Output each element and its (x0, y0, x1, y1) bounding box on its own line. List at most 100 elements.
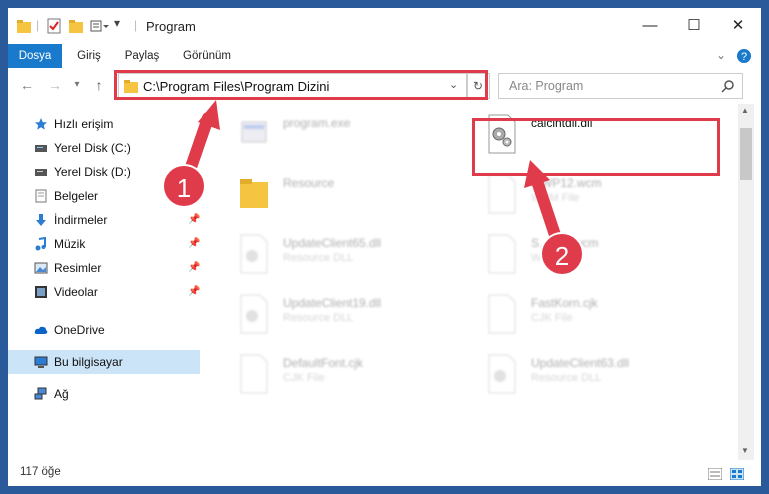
download-icon (36, 214, 46, 226)
sidebar-item-downloads[interactable]: İndirmeler 📌 (8, 208, 200, 232)
file-name: UpdateClient65.dll (283, 236, 382, 250)
sidebar-item-label: Hızlı erişim (54, 117, 114, 131)
pin-icon[interactable]: 📌 (188, 232, 200, 256)
cloud-icon (34, 326, 48, 334)
dll-icon (240, 234, 268, 274)
window-title: Program (146, 19, 196, 34)
sidebar-item-label: Bu bilgisayar (54, 355, 123, 369)
large-icons-view-icon[interactable] (730, 468, 744, 480)
help-icon[interactable]: ? (736, 48, 752, 64)
maximize-button[interactable]: ☐ (672, 8, 716, 44)
sidebar-item-label: Videolar (54, 285, 98, 299)
recent-locations-icon[interactable]: ▾ (68, 76, 86, 94)
sidebar-item-label: Yerel Disk (D:) (54, 165, 131, 179)
file-type: Resource DLL (283, 252, 354, 264)
ribbon-tabs: Dosya Giriş Paylaş Görünüm ⌄ ? (8, 44, 761, 68)
sidebar-item-label: İndirmeler (54, 213, 108, 227)
video-icon (35, 286, 47, 298)
details-view-icon[interactable] (708, 468, 722, 480)
customize-toolbar-icon[interactable] (90, 18, 110, 34)
list-item[interactable]: FastKorn.cjk CJK File (476, 288, 716, 344)
up-arrow-icon[interactable]: ↑ (90, 76, 108, 94)
file-name: UpdateClient63.dll (531, 356, 630, 370)
file-name: UpdateClient19.dll (283, 296, 382, 310)
sidebar-item-network[interactable]: Ağ (8, 382, 200, 406)
search-placeholder: Ara: Program (509, 79, 584, 93)
tab-home[interactable]: Giriş (64, 44, 114, 68)
pin-icon[interactable]: 📌 (188, 256, 200, 280)
sidebar-item-label: OneDrive (54, 323, 105, 337)
status-bar: 117 öğe (8, 460, 761, 486)
file-icon (488, 234, 516, 274)
sidebar-item-label: Yerel Disk (C:) (54, 141, 131, 155)
tab-view[interactable]: Görünüm (176, 44, 238, 68)
vertical-scrollbar[interactable]: ▲ ▼ (738, 104, 754, 460)
file-icon (240, 354, 268, 394)
title-bar: | ▾ | Program — ☐ ✕ (8, 8, 761, 44)
minimize-button[interactable]: — (628, 8, 672, 44)
dll-icon (488, 354, 516, 394)
drive-icon (35, 169, 47, 176)
tab-share[interactable]: Paylaş (116, 44, 168, 68)
svg-text:?: ? (741, 51, 747, 63)
list-item[interactable]: UpdateClient63.dll Resource DLL (476, 348, 716, 404)
document-icon (35, 189, 47, 203)
list-item[interactable]: ...WP12.wcm WCM File (476, 168, 716, 224)
list-item[interactable]: S...P15.wcm W... (476, 228, 716, 284)
step-badge-1: 1 (162, 164, 206, 208)
expand-ribbon-icon[interactable]: ⌄ (716, 48, 726, 62)
file-icon (488, 294, 516, 334)
pictures-icon (34, 262, 48, 274)
explorer-window: | ▾ | Program — ☐ ✕ Dosya Giriş Paylaş G… (8, 8, 761, 486)
file-list: program.exe calcintdll.dll Resource ...W… (218, 104, 738, 460)
separator: | (36, 18, 40, 32)
separator: | (134, 18, 138, 32)
file-type: Resource DLL (283, 312, 354, 324)
scroll-down-icon[interactable]: ▼ (741, 446, 749, 455)
sidebar-item-onedrive[interactable]: OneDrive (8, 318, 200, 342)
sidebar-item-videos[interactable]: Videolar 📌 (8, 280, 200, 304)
chevron-down-icon[interactable]: ▾ (114, 16, 120, 32)
file-name: FastKorn.cjk (531, 296, 598, 310)
properties-icon[interactable] (46, 18, 62, 34)
file-name: DefaultFont.cjk (283, 356, 364, 370)
sidebar-item-pictures[interactable]: Resimler 📌 (8, 256, 200, 280)
file-type: Resource DLL (531, 372, 602, 384)
file-icon (488, 174, 516, 214)
list-item[interactable]: program.exe (228, 108, 468, 164)
step-badge-2: 2 (540, 232, 584, 276)
item-count: 117 öğe (20, 466, 61, 478)
highlight-box (472, 118, 720, 176)
sidebar-item-music[interactable]: Müzik 📌 (8, 232, 200, 256)
forward-arrow-icon[interactable]: → (46, 76, 64, 94)
back-arrow-icon[interactable]: ← (18, 76, 36, 94)
pin-icon[interactable]: 📌 (188, 208, 200, 232)
search-box[interactable]: Ara: Program (498, 73, 743, 99)
list-item[interactable]: DefaultFont.cjk CJK File (228, 348, 468, 404)
network-icon (34, 387, 47, 400)
sidebar-item-label: Belgeler (54, 189, 99, 203)
computer-icon (34, 356, 48, 368)
navigation-bar: ← → ▾ ↑ C:\Program Files\Program Dizini … (8, 70, 761, 100)
close-button[interactable]: ✕ (716, 8, 760, 44)
new-folder-icon[interactable] (68, 18, 84, 34)
pin-icon[interactable]: 📌 (188, 280, 200, 304)
file-name: program.exe (283, 116, 351, 130)
scroll-up-icon[interactable]: ▲ (741, 106, 749, 115)
list-item[interactable]: Resource (228, 168, 468, 224)
file-type: CJK File (283, 372, 325, 384)
star-icon (35, 118, 47, 130)
dll-icon (240, 294, 268, 334)
sidebar-item-label: Ağ (54, 387, 69, 401)
tab-file[interactable]: Dosya (8, 44, 62, 68)
sidebar-item-this-pc[interactable]: Bu bilgisayar (8, 350, 200, 374)
list-item[interactable]: UpdateClient19.dll Resource DLL (228, 288, 468, 344)
scroll-thumb[interactable] (740, 128, 752, 180)
drive-icon (35, 145, 47, 152)
search-icon (721, 80, 734, 93)
sidebar-item-label: Müzik (54, 237, 86, 251)
folder-icon (17, 20, 31, 33)
music-icon (35, 237, 46, 251)
file-type: CJK File (531, 312, 573, 324)
list-item[interactable]: UpdateClient65.dll Resource DLL (228, 228, 468, 284)
